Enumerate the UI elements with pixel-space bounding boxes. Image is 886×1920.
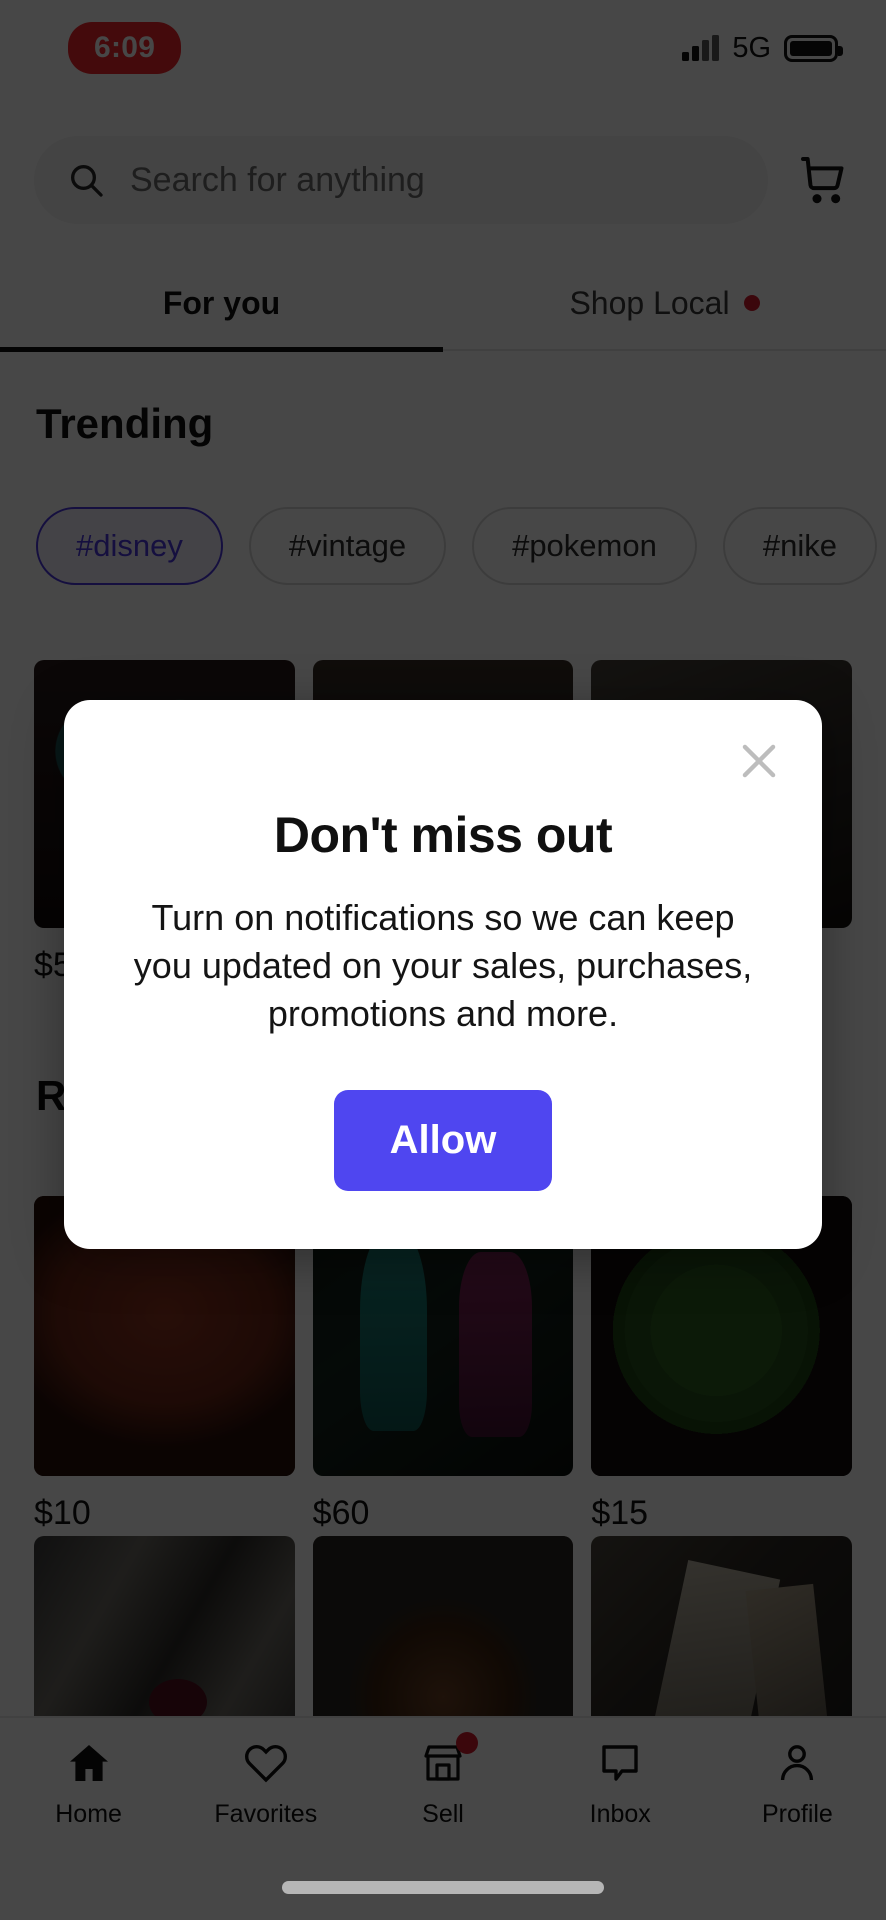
notification-permission-modal: Don't miss out Turn on notifications so …: [64, 700, 822, 1249]
allow-button[interactable]: Allow: [333, 1089, 553, 1191]
close-icon[interactable]: [726, 728, 792, 794]
phone-screen: 6:09 5G: [0, 0, 886, 1920]
modal-glow: [404, 700, 482, 778]
modal-body-text: Turn on notifications so we can keep you…: [133, 897, 753, 1034]
modal-actions: Allow: [122, 1089, 764, 1191]
modal-title: Don't miss out: [273, 807, 613, 863]
home-indicator: [282, 1881, 604, 1894]
